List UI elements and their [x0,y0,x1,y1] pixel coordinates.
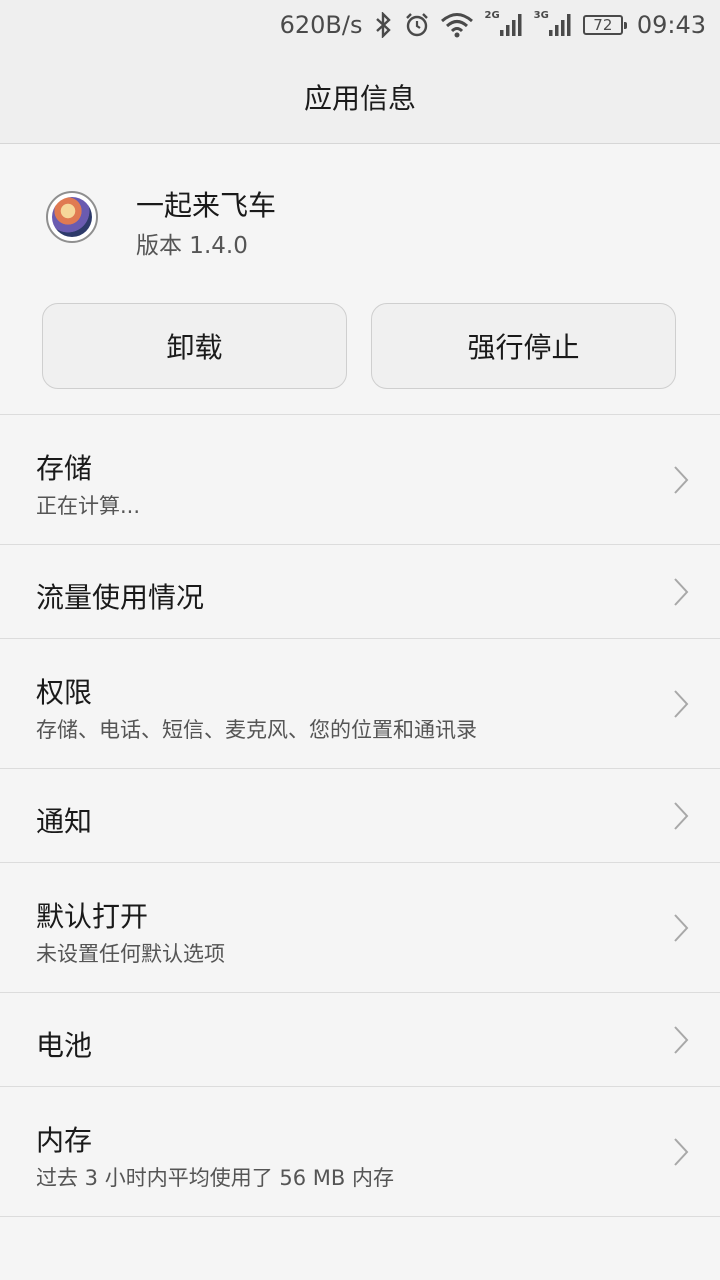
chevron-right-icon [674,1138,689,1166]
list-item-title: 默认打开 [36,900,149,933]
chevron-right-icon [674,578,689,606]
battery-level: 72 [582,15,627,35]
list-item-memory[interactable]: 内存 过去 3 小时内平均使用了 56 MB 内存 [0,1087,720,1217]
page-title: 应用信息 [303,81,416,115]
app-icon [46,191,98,243]
alarm-icon [404,12,430,38]
bluetooth-icon [372,12,394,38]
uninstall-button[interactable]: 卸载 [42,303,347,389]
list-item-notifications[interactable]: 通知 [0,769,720,863]
chevron-right-icon [674,690,689,718]
clock: 09:43 [636,11,706,39]
wifi-icon [440,12,474,38]
list-item-subtitle: 未设置任何默认选项 [36,942,225,966]
net-speed: 620B/s [279,11,363,39]
battery-icon: 72 [582,15,627,35]
list-item-battery[interactable]: 电池 [0,993,720,1087]
force-stop-button[interactable]: 强行停止 [371,303,676,389]
signal-3g-label: 3G [533,9,549,21]
list-item-subtitle: 过去 3 小时内平均使用了 56 MB 内存 [36,1166,394,1190]
list-item-storage[interactable]: 存储 正在计算... [0,415,720,545]
chevron-right-icon [674,802,689,830]
chevron-right-icon [674,1026,689,1054]
settings-list: 存储 正在计算... 流量使用情况 权限 存储、电话、短信、麦克风、您的位置和通… [0,415,720,1217]
list-item-data-usage[interactable]: 流量使用情况 [0,545,720,639]
app-version: 版本 1.4.0 [136,233,248,259]
signal-3g: 3G [533,9,573,38]
app-header: 一起来飞车 版本 1.4.0 卸载 强行停止 [0,144,720,414]
page-title-bar: 应用信息 [0,50,720,144]
list-item-title: 流量使用情况 [36,581,205,614]
list-item-permissions[interactable]: 权限 存储、电话、短信、麦克风、您的位置和通讯录 [0,639,720,769]
signal-2g: 2G [484,9,523,38]
status-bar: 620B/s 2G 3G 72 09:43 [0,0,720,50]
chevron-right-icon [674,914,689,942]
list-item-open-by-default[interactable]: 默认打开 未设置任何默认选项 [0,863,720,993]
list-item-title: 电池 [36,1029,93,1062]
list-item-title: 权限 [36,676,93,709]
list-item-title: 内存 [36,1124,93,1157]
list-item-title: 通知 [36,805,93,838]
app-name: 一起来飞车 [136,189,277,222]
list-item-subtitle: 正在计算... [36,494,141,518]
signal-2g-label: 2G [484,9,500,21]
list-item-subtitle: 存储、电话、短信、麦克风、您的位置和通讯录 [36,718,477,742]
list-item-title: 存储 [36,452,93,485]
chevron-right-icon [674,466,689,494]
